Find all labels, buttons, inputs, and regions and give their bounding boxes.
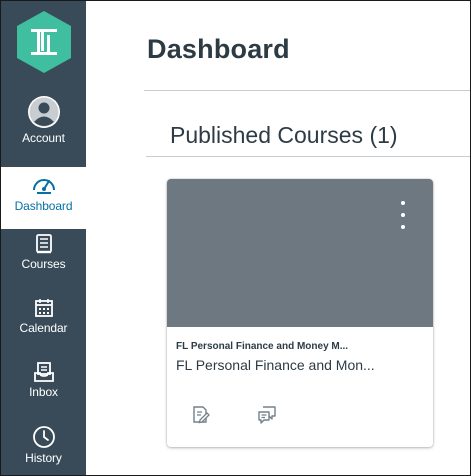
- global-nav: Account Dashboard Courses Calendar Inbox…: [1, 1, 86, 475]
- section-title: Published Courses (1): [170, 122, 398, 148]
- kebab-menu-icon[interactable]: [395, 201, 411, 229]
- nav-item-history[interactable]: History: [1, 425, 86, 475]
- logo-hexagon-icon: [16, 11, 71, 73]
- course-card-title[interactable]: FL Personal Finance and Money M...: [176, 341, 404, 352]
- nav-label-inbox: Inbox: [29, 385, 58, 399]
- section-divider: [146, 156, 470, 157]
- assignments-icon[interactable]: [191, 405, 211, 425]
- nav-label-courses: Courses: [21, 257, 66, 271]
- nav-item-account[interactable]: Account: [1, 95, 86, 157]
- courses-icon: [35, 234, 52, 254]
- dashboard-icon: [32, 179, 55, 194]
- nav-item-dashboard[interactable]: Dashboard: [1, 167, 86, 229]
- app-window: Account Dashboard Courses Calendar Inbox…: [0, 0, 471, 476]
- page-title: Dashboard: [147, 34, 290, 64]
- calendar-icon: [34, 299, 53, 317]
- course-card-hero[interactable]: [167, 179, 433, 327]
- course-card[interactable]: FL Personal Finance and Money M... FL Pe…: [167, 179, 433, 447]
- institution-logo[interactable]: [1, 1, 86, 83]
- nav-label-history: History: [25, 451, 62, 465]
- nav-label-dashboard: Dashboard: [14, 199, 73, 213]
- nav-item-courses[interactable]: Courses: [1, 233, 86, 283]
- nav-label-calendar: Calendar: [19, 321, 68, 335]
- discussions-icon[interactable]: [257, 405, 277, 425]
- account-icon: [27, 96, 60, 128]
- nav-label-account: Account: [22, 131, 65, 145]
- inbox-icon: [33, 362, 54, 382]
- course-card-subtitle: FL Personal Finance and Mon...: [176, 357, 375, 373]
- nav-item-calendar[interactable]: Calendar: [1, 297, 86, 347]
- nav-item-inbox[interactable]: Inbox: [1, 361, 86, 411]
- title-divider: [144, 90, 470, 91]
- history-icon: [32, 426, 55, 448]
